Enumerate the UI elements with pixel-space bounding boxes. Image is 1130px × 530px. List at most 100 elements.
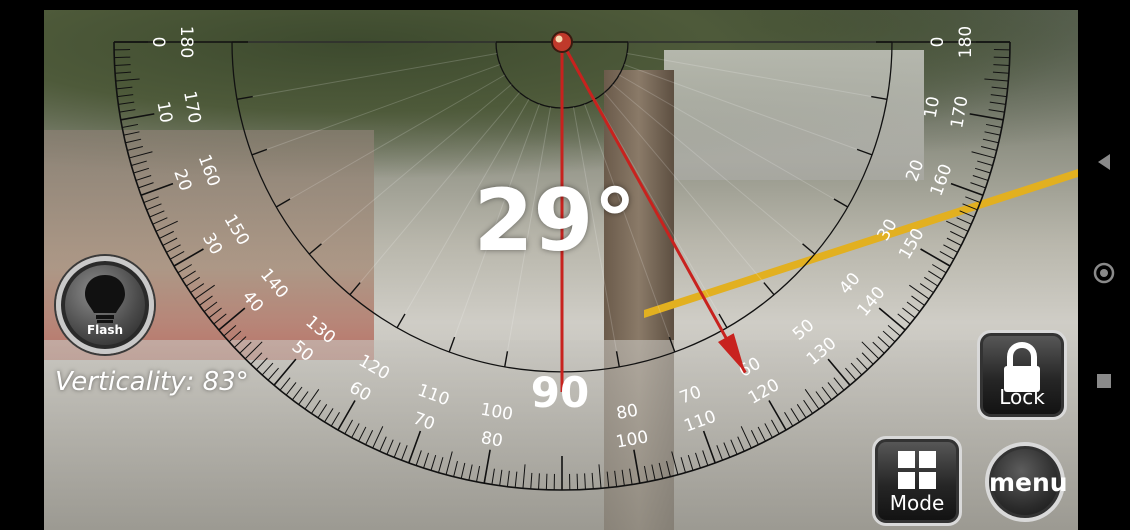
scale-tick bbox=[430, 454, 437, 471]
lock-label: Lock bbox=[999, 385, 1045, 409]
inner-scale-tick bbox=[802, 243, 816, 255]
circle-home-icon[interactable] bbox=[1092, 261, 1116, 285]
scale-tick bbox=[784, 412, 794, 427]
scale-tick bbox=[827, 358, 851, 386]
square-recent-icon[interactable] bbox=[1092, 369, 1116, 393]
scale-tick bbox=[114, 64, 131, 66]
scale-tick bbox=[598, 464, 602, 489]
lock-button[interactable]: Lock bbox=[977, 330, 1067, 420]
scale-tick bbox=[833, 377, 845, 391]
scale-tick bbox=[125, 138, 142, 144]
scale-tick bbox=[115, 71, 132, 74]
scale-tick bbox=[920, 248, 951, 267]
scale-tick bbox=[877, 336, 890, 348]
scale-tick bbox=[974, 167, 991, 174]
inner-scale-label: 100 bbox=[479, 400, 514, 425]
scale-tick bbox=[115, 78, 140, 82]
outer-scale-label: 60 bbox=[346, 378, 375, 406]
outer-scale-label: 150 bbox=[895, 225, 929, 263]
inner-scale-tick bbox=[349, 282, 361, 296]
inner-scale-label: 70 bbox=[677, 382, 704, 408]
scale-tick bbox=[902, 307, 916, 319]
outer-scale-label: 10 bbox=[152, 100, 175, 125]
scale-tick bbox=[143, 196, 159, 204]
outer-scale-label: 110 bbox=[682, 407, 719, 437]
scale-tick bbox=[695, 452, 701, 469]
scale-tick bbox=[993, 56, 1010, 59]
scale-tick bbox=[491, 468, 495, 485]
inner-scale-label: 160 bbox=[194, 152, 224, 189]
scale-tick bbox=[177, 264, 192, 274]
scale-tick bbox=[129, 151, 153, 159]
scale-tick bbox=[946, 220, 969, 232]
scale-tick bbox=[351, 423, 360, 438]
flash-button[interactable]: Flash bbox=[56, 256, 154, 354]
triangle-back-icon[interactable] bbox=[1092, 150, 1116, 174]
scale-tick bbox=[415, 450, 422, 466]
inner-scale-tick bbox=[236, 95, 253, 100]
scale-tick bbox=[621, 469, 625, 486]
inner-scale-label: 0 bbox=[928, 37, 948, 48]
scale-tick bbox=[629, 468, 633, 485]
scale-tick bbox=[666, 461, 671, 477]
scale-tick bbox=[924, 276, 938, 287]
mode-label: Mode bbox=[889, 491, 945, 515]
verticality-readout: Verticality: 83° bbox=[55, 367, 249, 397]
scale-tick bbox=[117, 94, 134, 98]
scale-tick bbox=[379, 436, 387, 452]
scale-tick bbox=[330, 412, 340, 427]
scale-tick bbox=[344, 419, 353, 435]
scale-tick bbox=[460, 462, 466, 479]
scale-tick bbox=[337, 400, 356, 431]
scale-tick bbox=[977, 160, 993, 166]
inner-scale-label: 50 bbox=[789, 315, 818, 344]
scale-tick bbox=[223, 325, 237, 337]
scale-tick bbox=[856, 357, 868, 370]
scale-tick bbox=[633, 449, 641, 484]
inner-scale-label: 40 bbox=[835, 269, 864, 298]
scale-tick bbox=[750, 430, 759, 445]
scale-tick bbox=[906, 301, 921, 313]
scale-tick bbox=[716, 445, 724, 461]
scale-tick bbox=[138, 182, 154, 189]
radial-guide-line bbox=[266, 64, 501, 150]
outer-scale-label: 180 bbox=[956, 26, 976, 58]
inner-scale-label: 180 bbox=[176, 26, 196, 58]
scale-tick bbox=[203, 301, 218, 313]
menu-button[interactable]: menu bbox=[985, 442, 1068, 522]
inner-scale-tick bbox=[448, 336, 456, 353]
mode-button[interactable]: Mode bbox=[872, 436, 962, 526]
scale-tick bbox=[959, 210, 975, 218]
scale-tick bbox=[538, 473, 540, 490]
scale-tick bbox=[122, 123, 139, 128]
scale-tick bbox=[845, 367, 857, 381]
scale-tick bbox=[358, 426, 367, 442]
scale-tick bbox=[950, 230, 965, 239]
scale-tick bbox=[123, 131, 140, 136]
outer-scale-label: 160 bbox=[927, 162, 957, 199]
android-nav-bar bbox=[1078, 0, 1130, 530]
scale-tick bbox=[514, 471, 518, 488]
outer-scale-label: 100 bbox=[614, 427, 649, 452]
scale-tick bbox=[173, 248, 204, 267]
scale-tick bbox=[119, 109, 136, 113]
scale-tick bbox=[186, 276, 200, 287]
scale-tick bbox=[861, 341, 880, 360]
pivot-highlight bbox=[555, 35, 563, 43]
pivot-knob bbox=[551, 31, 573, 53]
inner-scale-label: 110 bbox=[415, 380, 452, 410]
scale-tick bbox=[872, 341, 885, 354]
scale-tick bbox=[989, 101, 1006, 105]
outer-scale-label: 30 bbox=[198, 230, 226, 259]
scale-tick bbox=[971, 151, 995, 159]
scale-tick bbox=[155, 220, 178, 232]
inner-scale-tick bbox=[871, 95, 888, 100]
scale-tick bbox=[897, 313, 911, 325]
scale-tick bbox=[887, 325, 901, 337]
scale-tick bbox=[118, 101, 135, 105]
outer-scale-label: 40 bbox=[238, 287, 267, 316]
inner-scale-label: 80 bbox=[615, 401, 640, 424]
scale-tick bbox=[882, 330, 896, 343]
scale-tick bbox=[969, 113, 1004, 121]
scale-tick bbox=[530, 472, 533, 489]
